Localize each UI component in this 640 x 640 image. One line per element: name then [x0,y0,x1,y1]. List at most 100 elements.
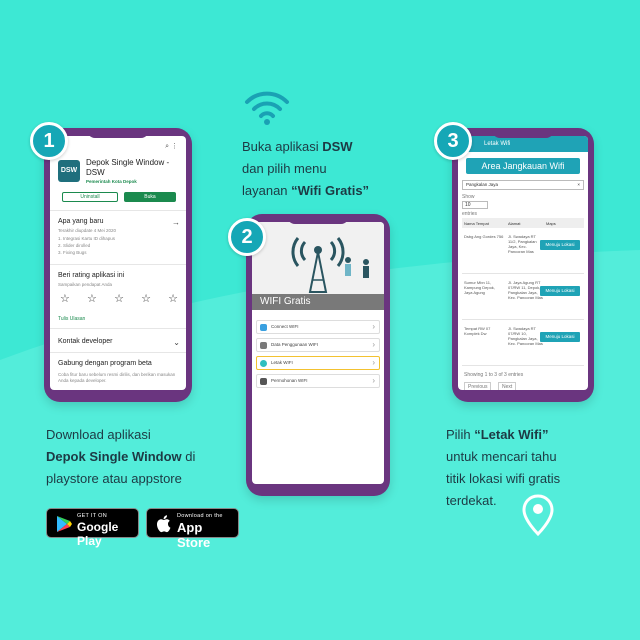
caption-text: di [181,449,196,464]
open-button[interactable]: Buka [124,192,176,202]
google-play-small: GET IT ON [77,513,108,519]
star-icon[interactable]: ☆ [60,292,70,305]
menu-label: Data Penggunaan WIFI [271,342,319,347]
beta-title: Gabung dengan program beta [58,360,152,367]
place-name: Dsbg Ang Gordes 756 [464,234,504,239]
place-address: Jl. Swadaya RT 11/2, Pangkalan Jaya, Kec… [508,234,537,254]
whats-new-title[interactable]: Apa yang baru [58,218,104,225]
step-1-badge: 1 [30,122,68,160]
arrow-right-icon[interactable]: → [172,218,180,227]
star-icon[interactable]: ☆ [141,292,151,305]
whats-new-subtitle: Terakhir diupdate 4 Mei 2020 [58,228,117,233]
showing-text: Showing 1 to 3 of 3 entries [464,372,524,378]
table-row: Sumur Mbn 11, Kampung Depok, Jaya Agung … [462,276,584,320]
phone-step3: Letak Wifi Area Jangkauan Wifi Pangkalan… [452,128,594,402]
menu-connect-wifi[interactable]: Connect WIFI › [256,320,380,334]
location-icon [260,360,267,367]
star-icon[interactable]: ☆ [87,292,97,305]
divider [50,264,186,265]
chevron-right-icon: › [372,376,375,385]
chevron-right-icon: › [372,358,375,367]
hero-title: WIFI Gratis [252,294,384,310]
app-store-button[interactable]: Download on the App Store [146,508,239,550]
column-header[interactable]: Nama Tempat [464,221,489,226]
caption-bold: Depok Single Window [46,449,182,464]
menuju-lokasi-button[interactable]: Menuju Lokasi [540,240,580,250]
column-header[interactable]: Maps [546,221,556,226]
beta-subtitle: Coba fitur baru sebelum resmi dirilis, d… [58,372,176,383]
change-item: 3. Fixing Bugs [58,250,87,255]
divider [50,328,186,329]
document-icon [260,342,267,349]
menu-label: Connect WIFI [271,324,299,329]
chevron-down-icon[interactable]: ⌄ [173,338,180,347]
menu-letak-wifi[interactable]: Letak WIFI › [256,356,380,370]
google-play-icon [57,516,72,532]
menu-label: Letak WIFI [271,360,293,365]
caption-line: Buka aplikasi DSW [242,136,369,158]
step-3-badge: 3 [434,122,472,160]
app-developer: Pemerintah Kota Depok [86,179,137,184]
caption-line: Depok Single Window di [46,446,195,468]
caption-bold: “Letak Wifi” [474,427,549,442]
hero-image: WIFI Gratis [252,222,384,310]
step2-caption: Buka aplikasi DSW dan pilih menu layanan… [242,136,369,202]
place-name: Tempat RW 07 Komplek Dw [464,326,491,336]
playstore-screen: ⌕ ⋮ DSW Depok Single Window - DSW Pemeri… [50,136,186,390]
caption-line: untuk mencari tahu [446,449,557,464]
developer-contact[interactable]: Kontak developer [58,338,112,345]
entries-value: 10 [465,202,471,208]
phone-notch [492,128,554,138]
change-item: 2. Slider dirolled [58,243,91,248]
app-store-label: App Store [177,520,211,550]
rate-subtitle: Sampaikan pendapat Anda [58,282,113,287]
wifi-gratis-screen: WIFI Gratis Connect WIFI › Data Pengguna… [252,222,384,484]
menu-permohonan-wifi[interactable]: Permohonan WIFI › [256,374,380,388]
letak-wifi-screen: Letak Wifi Area Jangkauan Wifi Pangkalan… [458,136,588,390]
caption-line: playstore atau appstore [46,471,182,486]
caption-bold: DSW [322,139,353,154]
app-bar: Letak Wifi [458,136,588,152]
caption-line: Download aplikasi [46,427,151,442]
apple-icon [156,515,171,533]
rating-stars[interactable]: ☆ ☆ ☆ ☆ ☆ [60,292,178,305]
app-store-small: Download on the [177,513,223,519]
table-row: Dsbg Ang Gordes 756 Jl. Swadaya RT 11/2,… [462,230,584,274]
star-icon[interactable]: ☆ [114,292,124,305]
previous-button[interactable]: Previous [464,382,492,390]
google-play-button[interactable]: GET IT ON Google Play [46,508,139,548]
menu-label: Permohonan WIFI [271,378,308,383]
chevron-right-icon: › [372,340,375,349]
write-review-link[interactable]: Tulis Ulasan [58,316,85,322]
location-pin-icon [522,494,554,536]
next-button[interactable]: Next [498,382,517,390]
chevron-right-icon: › [372,322,375,331]
show-label: Show [462,194,475,200]
caption-line: Pilih “Letak Wifi” [446,424,560,446]
caption-line: titik lokasi wifi gratis [446,471,561,486]
menuju-lokasi-button[interactable]: Menuju Lokasi [540,286,580,296]
menuju-lokasi-button[interactable]: Menuju Lokasi [540,332,580,342]
entries-select[interactable]: 10 [462,201,488,209]
wifi-icon [260,324,267,331]
close-icon[interactable]: × [577,181,580,189]
step1-caption: Download aplikasi Depok Single Window di… [46,424,195,490]
phone-step1: ⌕ ⋮ DSW Depok Single Window - DSW Pemeri… [44,128,192,402]
menu-data-penggunaan[interactable]: Data Penggunaan WIFI › [256,338,380,352]
uninstall-button[interactable]: Uninstall [62,192,118,202]
caption-line: layanan “Wifi Gratis” [242,180,369,202]
change-item: 1. Integrasi Kartu ID dihapus [58,236,116,241]
caption-line: dan pilih menu [242,161,327,176]
search-icon[interactable]: ⌕ ⋮ [165,142,178,151]
kelurahan-select[interactable]: Pangkalan Jaya × [462,180,584,190]
star-icon[interactable]: ☆ [168,292,178,305]
phone-step2: WIFI Gratis Connect WIFI › Data Pengguna… [246,214,390,496]
caption-text: Pilih [446,427,475,442]
place-address: Jl. Swadaya RT 07/RW 10, Pangkalan Jaya,… [508,326,543,346]
caption-bold: “Wifi Gratis” [291,183,370,198]
select-value: Pangkalan Jaya [466,182,499,187]
people-illustration [345,257,369,278]
column-header[interactable]: Alamat [508,221,520,226]
form-icon [260,378,267,385]
table-row: Tempat RW 07 Komplek Dw Jl. Swadaya RT 0… [462,322,584,366]
